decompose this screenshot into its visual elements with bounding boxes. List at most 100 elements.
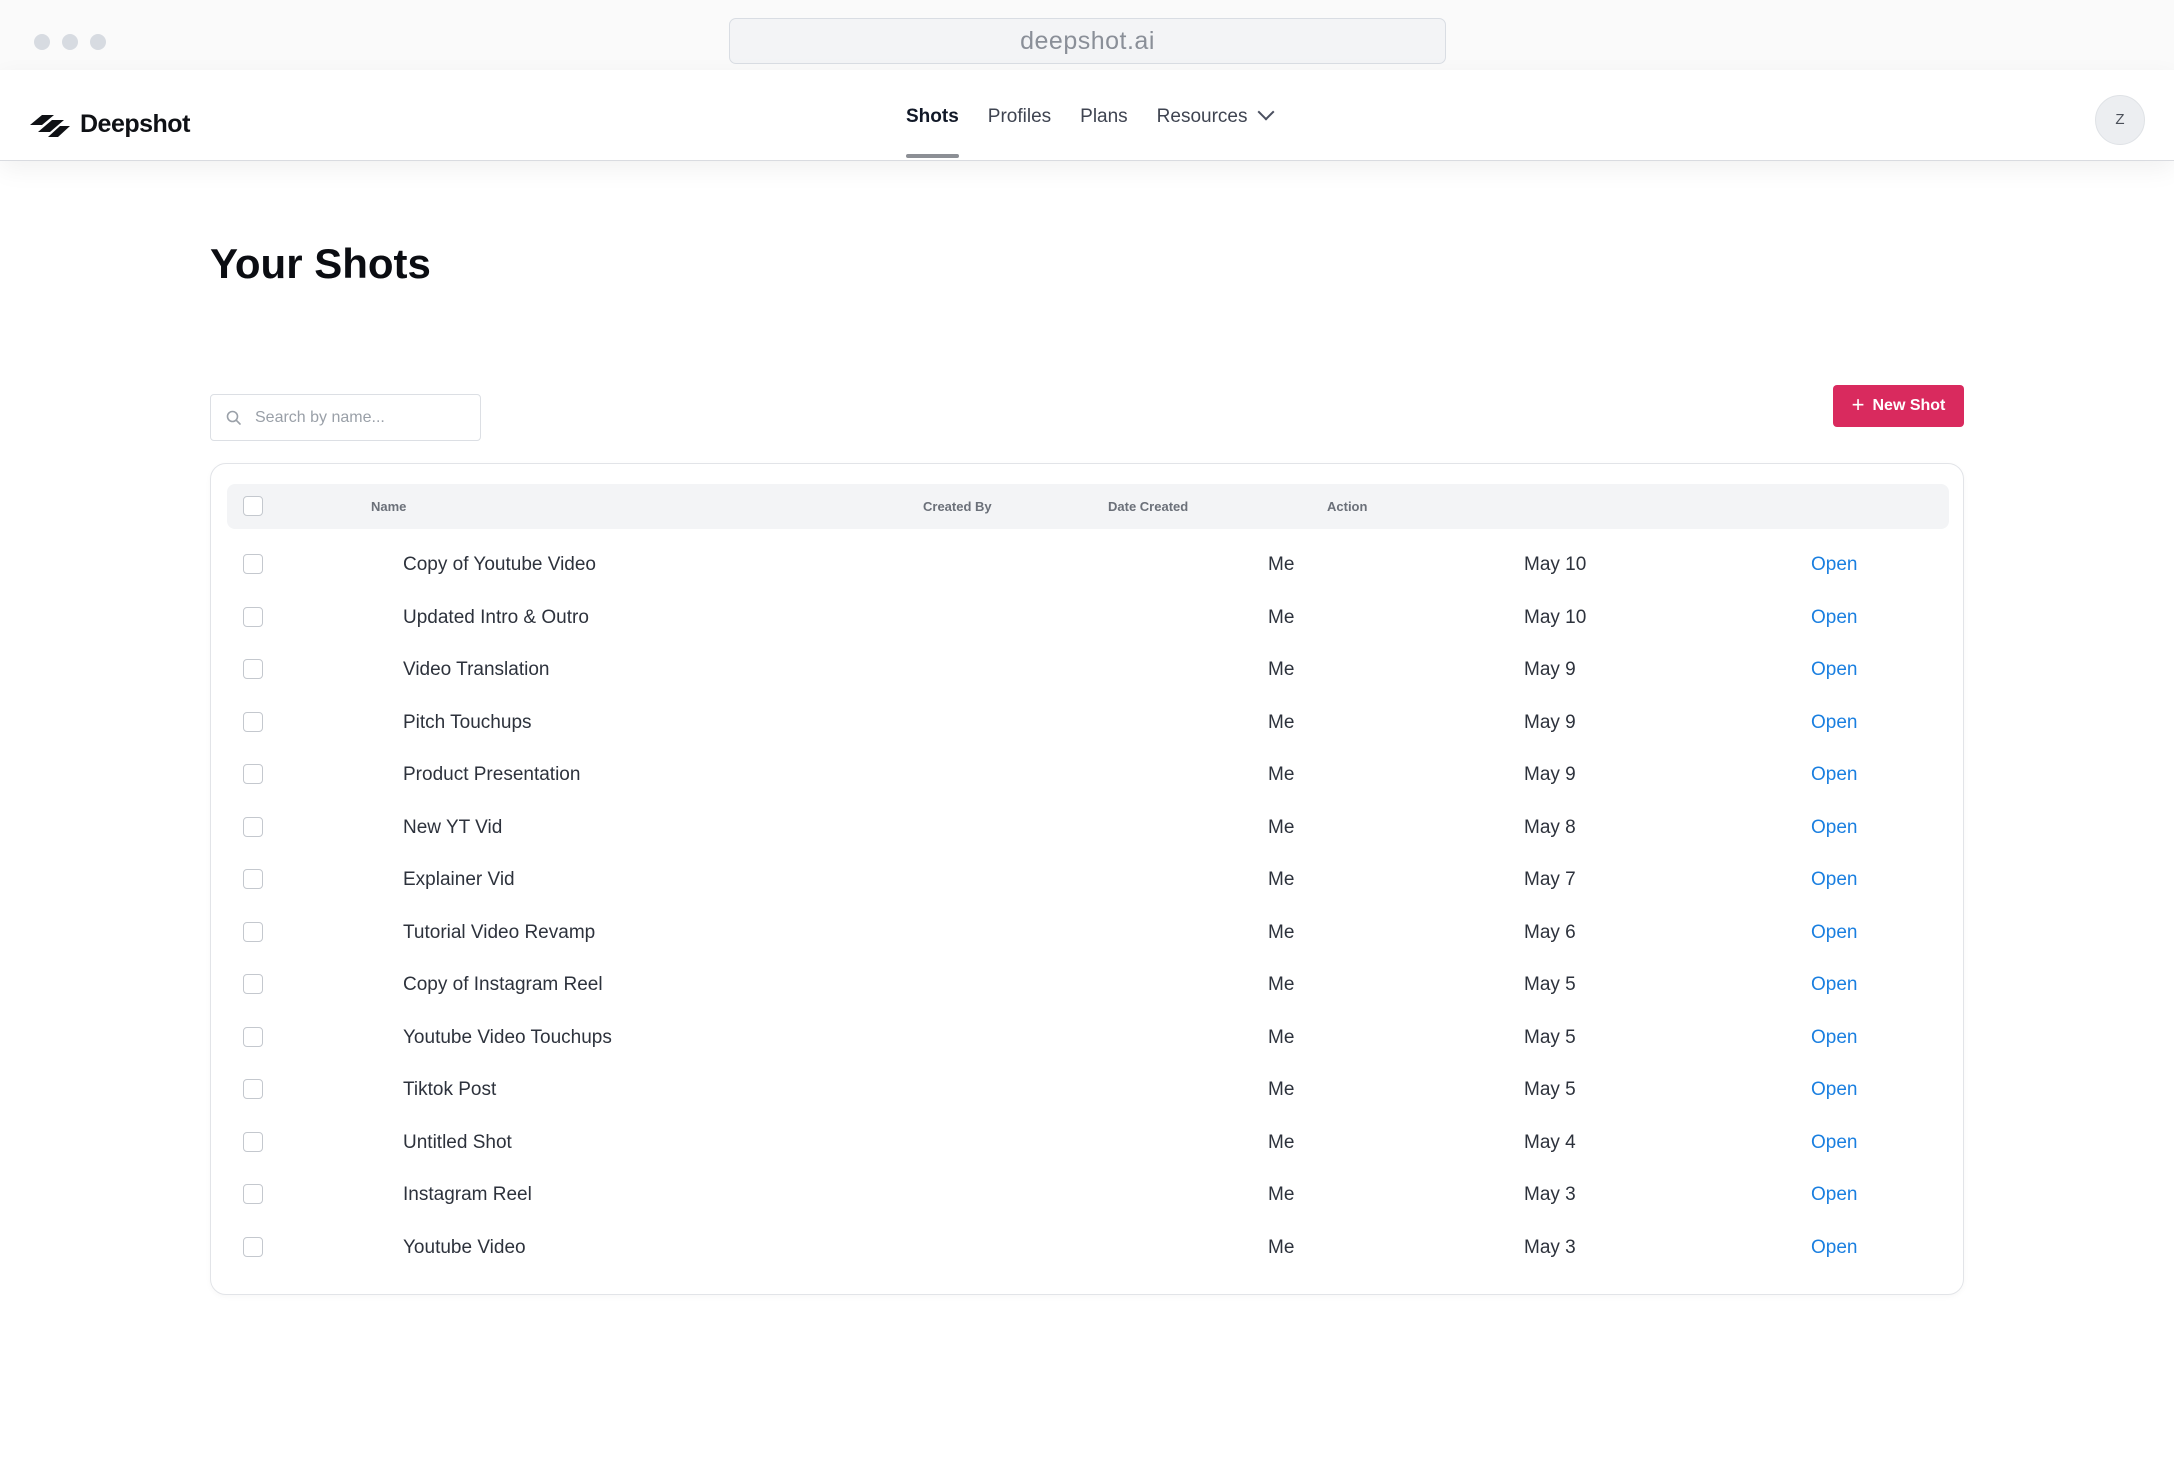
open-link[interactable]: Open — [1811, 1117, 1857, 1169]
window-maximize-dot[interactable] — [90, 34, 106, 50]
open-link[interactable]: Open — [1811, 592, 1857, 644]
plus-icon: + — [1851, 392, 1865, 417]
open-link[interactable]: Open — [1811, 749, 1857, 801]
date-created: May 5 — [1524, 1079, 1576, 1100]
page-title: Your Shots — [210, 240, 431, 287]
column-header-name[interactable]: Name — [371, 484, 406, 529]
created-by: Me — [1268, 659, 1295, 680]
table-row: Copy of Youtube Video Me May 10 Open — [211, 539, 1965, 591]
deepshot-logo-icon — [30, 114, 70, 137]
row-checkbox[interactable] — [243, 1184, 263, 1204]
new-shot-button[interactable]: + New Shot — [1833, 385, 1964, 427]
open-link[interactable]: Open — [1811, 907, 1857, 959]
open-link[interactable]: Open — [1811, 854, 1857, 906]
select-all-checkbox[interactable] — [243, 496, 263, 516]
open-link[interactable]: Open — [1811, 1012, 1857, 1064]
shot-name: Updated Intro & Outro — [403, 606, 589, 628]
column-header-created-by[interactable]: Created By — [923, 484, 992, 529]
shot-name: Copy of Instagram Reel — [403, 974, 603, 995]
row-checkbox[interactable] — [243, 1131, 263, 1152]
table-row: Tiktok Post Me May 5 Open — [211, 1064, 1965, 1116]
shot-name: Tiktok Post — [403, 1079, 497, 1100]
logo[interactable]: Deepshot — [28, 110, 190, 139]
created-by: Me — [1268, 1184, 1295, 1205]
browser-chrome: deepshot.ai — [0, 0, 2174, 70]
table-row: Explainer Vid Me May 7 Open — [211, 854, 1965, 906]
table-row: Updated Intro & Outro Me May 10 Open — [211, 592, 1965, 644]
row-checkbox[interactable] — [243, 1236, 263, 1257]
date-created: May 3 — [1524, 1236, 1576, 1258]
date-created: May 5 — [1524, 1026, 1576, 1048]
open-link[interactable]: Open — [1811, 802, 1857, 854]
main-nav: Shots Profiles Plans Resources — [906, 103, 1301, 158]
app-header: Deepshot Shots Profiles Plans Resources … — [0, 70, 2174, 161]
date-created: May 6 — [1524, 921, 1576, 943]
row-checkbox[interactable] — [243, 921, 263, 942]
search-input[interactable] — [253, 407, 457, 428]
open-link[interactable]: Open — [1811, 1169, 1857, 1221]
created-by: Me — [1268, 974, 1295, 995]
shot-name: Instagram Reel — [403, 1184, 532, 1205]
table-row: Youtube Video Touchups Me May 5 Open — [211, 1012, 1965, 1064]
row-checkbox[interactable] — [243, 554, 263, 574]
nav-item-resources-label: Resources — [1156, 106, 1248, 127]
shot-name: Product Presentation — [403, 764, 581, 785]
shot-name: Untitled Shot — [403, 1131, 512, 1153]
open-link[interactable]: Open — [1811, 644, 1857, 696]
address-bar[interactable]: deepshot.ai — [729, 18, 1446, 64]
created-by: Me — [1268, 606, 1295, 628]
page-footer-space — [0, 1306, 2174, 1464]
row-checkbox[interactable] — [243, 711, 263, 732]
row-checkbox[interactable] — [243, 974, 263, 994]
date-created: May 10 — [1524, 606, 1587, 628]
table-header: Name Created By Date Created Action — [227, 484, 1949, 529]
created-by: Me — [1268, 1131, 1295, 1153]
row-checkbox[interactable] — [243, 659, 263, 679]
date-created: May 9 — [1524, 764, 1576, 785]
column-header-action: Action — [1327, 499, 1368, 514]
brand-name: Deepshot — [80, 110, 190, 138]
open-link[interactable]: Open — [1811, 959, 1857, 1011]
window-minimize-dot[interactable] — [62, 34, 78, 50]
table-row: Tutorial Video Revamp Me May 6 Open — [211, 907, 1965, 959]
column-header-date-created[interactable]: Date Created — [1108, 484, 1188, 529]
nav-item-profiles[interactable]: Profiles — [988, 106, 1051, 128]
shots-table: Name Created By Date Created Action Copy… — [210, 463, 1964, 1295]
open-link[interactable]: Open — [1811, 539, 1857, 591]
created-by: Me — [1268, 1079, 1295, 1100]
created-by: Me — [1268, 816, 1295, 838]
date-created: May 4 — [1524, 1131, 1576, 1153]
search-box[interactable] — [210, 394, 481, 441]
row-checkbox[interactable] — [243, 1079, 263, 1099]
date-created: May 9 — [1524, 659, 1576, 680]
open-link[interactable]: Open — [1811, 1064, 1857, 1116]
table-row: Untitled Shot Me May 4 Open — [211, 1117, 1965, 1169]
new-shot-label: New Shot — [1872, 397, 1946, 414]
nav-item-resources[interactable]: Resources — [1156, 103, 1274, 128]
table-row: Youtube Video Me May 3 Open — [211, 1222, 1965, 1274]
row-checkbox[interactable] — [243, 606, 263, 627]
window-close-dot[interactable] — [34, 34, 50, 50]
date-created: May 5 — [1524, 974, 1576, 995]
row-checkbox[interactable] — [243, 764, 263, 784]
open-link[interactable]: Open — [1811, 697, 1857, 749]
shot-name: Youtube Video — [403, 1236, 526, 1258]
table-row: New YT Vid Me May 8 Open — [211, 802, 1965, 854]
created-by: Me — [1268, 554, 1295, 575]
date-created: May 8 — [1524, 816, 1576, 838]
shot-name: Youtube Video Touchups — [403, 1026, 612, 1048]
nav-item-plans[interactable]: Plans — [1080, 106, 1128, 128]
shot-name: Explainer Vid — [403, 869, 515, 890]
date-created: May 3 — [1524, 1184, 1576, 1205]
shot-name: Video Translation — [403, 659, 550, 680]
created-by: Me — [1268, 1236, 1295, 1258]
row-checkbox[interactable] — [243, 816, 263, 837]
date-created: May 9 — [1524, 711, 1576, 733]
open-link[interactable]: Open — [1811, 1222, 1857, 1274]
user-avatar[interactable]: Z — [2095, 95, 2145, 145]
row-checkbox[interactable] — [243, 869, 263, 889]
created-by: Me — [1268, 764, 1295, 785]
row-checkbox[interactable] — [243, 1026, 263, 1047]
created-by: Me — [1268, 921, 1295, 943]
nav-item-shots[interactable]: Shots — [906, 106, 959, 158]
